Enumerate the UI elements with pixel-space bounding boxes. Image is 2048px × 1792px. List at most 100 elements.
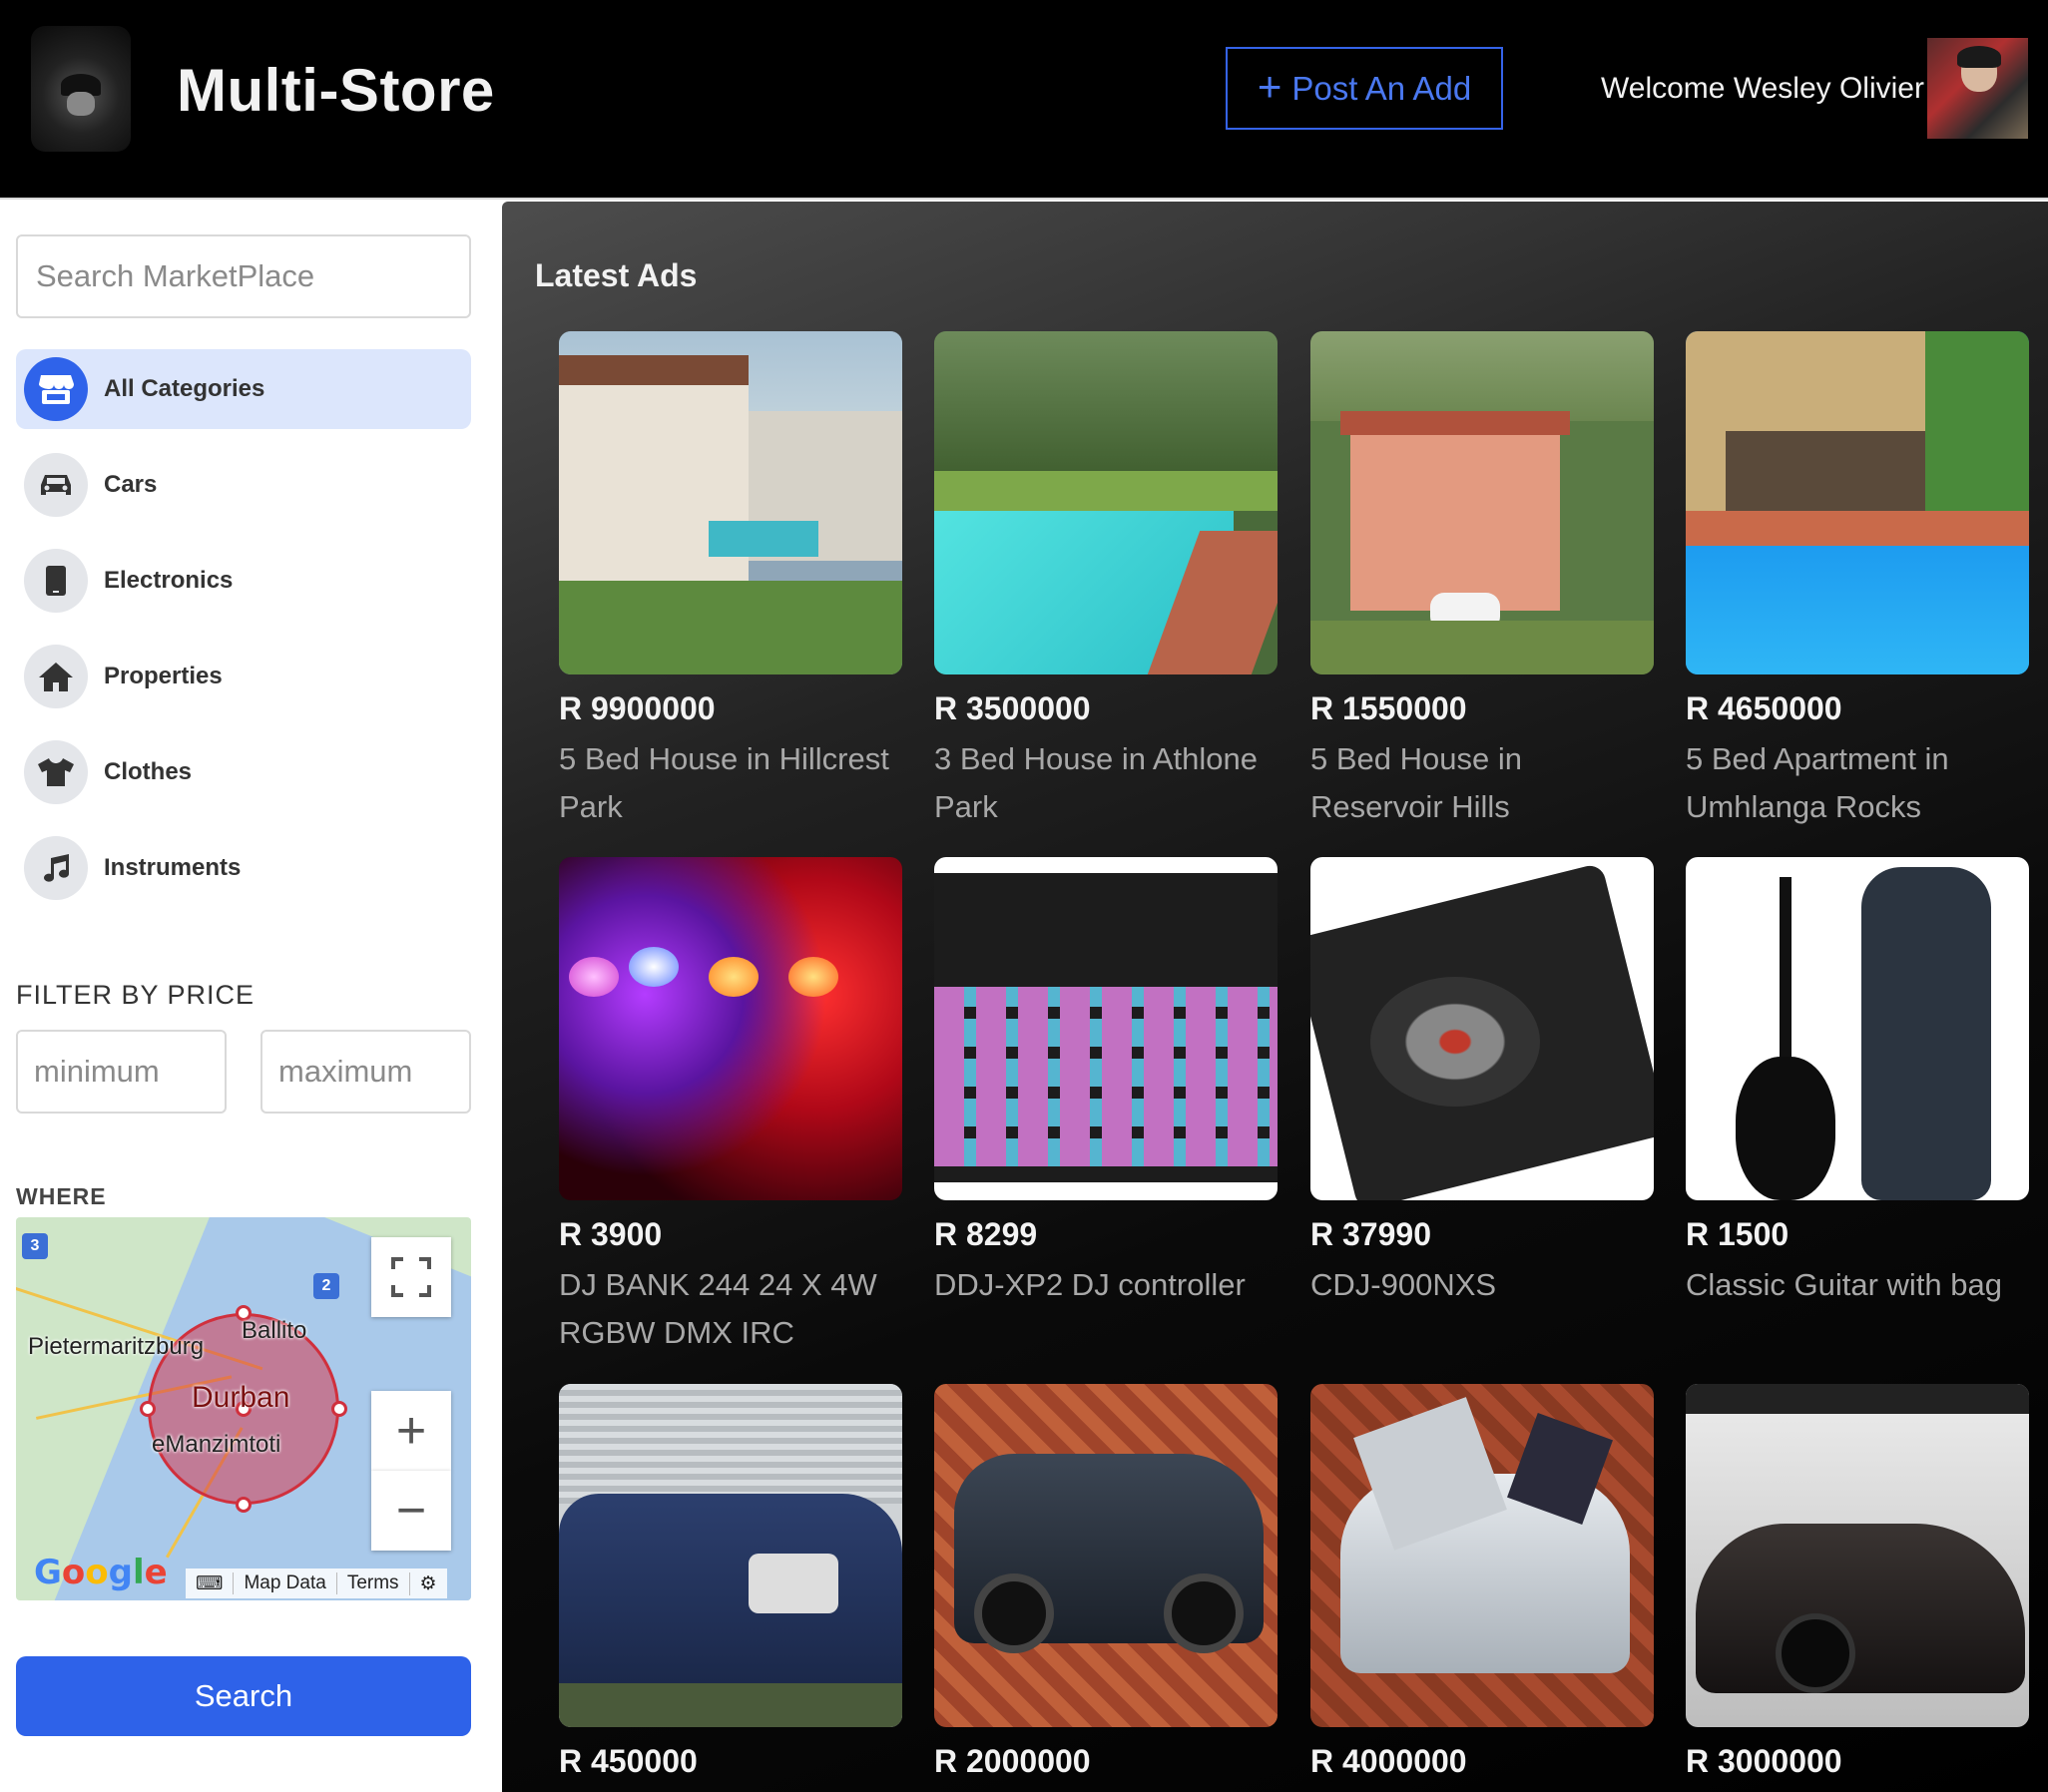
fullscreen-button[interactable] [371,1237,451,1317]
route-shield: 3 [22,1233,48,1259]
ad-title[interactable]: DJ BANK 244 24 X 4W RGBW DMX IRC [559,1261,902,1357]
ad-price: R 450000 [559,1743,698,1779]
radius-handle[interactable] [140,1401,156,1417]
location-map[interactable]: 3 2 Pietermaritzburg Ballito Durban eMan… [16,1217,471,1600]
ad-image[interactable] [1686,1384,2029,1727]
ad-price: R 37990 [1310,1216,1431,1252]
price-minimum-input[interactable] [16,1030,227,1114]
ad-price: R 4000000 [1310,1743,1467,1779]
ad-card[interactable]: R 2000000 [934,1384,1278,1780]
image-guitar-bag [1861,867,1991,1200]
ad-card[interactable]: R 1500 Classic Guitar with bag [1686,857,2029,1309]
category-label: Instruments [104,854,242,881]
ad-image[interactable] [559,331,902,674]
category-all[interactable]: All Categories [16,349,471,429]
ad-image[interactable] [559,857,902,1200]
search-button[interactable]: Search [16,1656,471,1736]
ad-card[interactable]: R 3900 DJ BANK 244 24 X 4W RGBW DMX IRC [559,857,902,1357]
ad-card[interactable]: R 3000000 [1686,1384,2029,1780]
image-bmw [559,1494,902,1693]
image-house [1350,421,1560,611]
image-house [559,371,749,611]
ad-card[interactable]: R 4650000 5 Bed Apartment in Umhlanga Ro… [1686,331,2029,831]
price-maximum-input[interactable] [260,1030,471,1114]
ad-title[interactable]: 5 Bed House in Hillcrest Park [559,735,902,831]
ad-image[interactable] [934,857,1278,1200]
where-title: WHERE [16,1183,107,1209]
ad-card[interactable]: R 1550000 5 Bed House in Reservoir Hills [1310,331,1654,831]
ad-title[interactable]: 3 Bed House in Athlone Park [934,735,1278,831]
ad-card[interactable]: R 450000 [559,1384,902,1780]
category-label: Properties [104,663,223,689]
google-logo: Google [34,1553,168,1592]
category-properties[interactable]: Properties [16,637,471,716]
radius-handle[interactable] [236,1497,252,1513]
ad-card[interactable]: R 37990 CDJ-900NXS [1310,857,1654,1309]
ad-price: R 1550000 [1310,690,1467,726]
ad-card[interactable]: R 9900000 5 Bed House in Hillcrest Park [559,331,902,831]
ad-image[interactable] [934,331,1278,674]
image-pool [1686,546,2029,674]
top-header: Multi-Store + Post An Add Welcome Wesley… [0,0,2048,200]
map-data-link[interactable]: Map Data [233,1572,335,1594]
zoom-out-button[interactable]: − [371,1471,451,1551]
ad-image[interactable] [1310,331,1654,674]
image-roof [1340,411,1570,435]
radius-handle[interactable] [331,1401,347,1417]
zoom-in-button[interactable]: + [371,1391,451,1471]
category-electronics[interactable]: Electronics [16,541,471,621]
ad-price: R 1500 [1686,1216,1790,1252]
image-wheel [974,1573,1054,1653]
map-city-label: Durban [192,1381,290,1414]
image-ceiling [1686,1384,2029,1414]
shirt-icon [24,740,88,804]
image-light [569,957,619,997]
ad-image[interactable] [1310,857,1654,1200]
category-label: Cars [104,471,158,498]
keyboard-icon[interactable]: ⌨ [186,1572,233,1595]
ad-card[interactable]: R 4000000 [1310,1384,1654,1780]
ad-card[interactable]: R 3500000 3 Bed House in Athlone Park [934,331,1278,831]
category-cars[interactable]: Cars [16,445,471,525]
ad-price: R 8299 [934,1216,1038,1252]
ad-price: R 4650000 [1686,690,1842,726]
terms-link[interactable]: Terms [335,1572,409,1594]
ad-title[interactable]: 5 Bed Apartment in Umhlanga Rocks [1686,735,2029,831]
report-bug-icon[interactable]: ⚙ [408,1571,447,1595]
ad-price: R 2000000 [934,1743,1091,1779]
ad-image[interactable] [1686,857,2029,1200]
map-city-label: Pietermaritzburg [28,1333,205,1360]
image-deck [1686,511,2029,551]
ad-card[interactable]: R 8299 DDJ-XP2 DJ controller [934,857,1278,1309]
mobile-icon [24,549,88,613]
category-label: Electronics [104,567,234,594]
avatar-beanie [1957,46,2001,68]
image-hills [1310,331,1654,421]
search-marketplace-input[interactable] [16,234,471,318]
image-trees [934,331,1278,481]
ad-title[interactable]: Classic Guitar with bag [1686,1261,2029,1309]
image-roof [559,355,749,385]
image-patio [1726,431,1925,511]
ad-image[interactable] [1686,331,2029,674]
ad-title[interactable]: CDJ-900NXS [1310,1261,1654,1309]
ad-image[interactable] [934,1384,1278,1727]
ad-title[interactable]: DDJ-XP2 DJ controller [934,1261,1278,1309]
image-lawn [559,581,902,674]
ad-title[interactable]: 5 Bed House in Reservoir Hills [1310,735,1654,831]
ad-image[interactable] [559,1384,902,1727]
category-clothes[interactable]: Clothes [16,732,471,812]
latest-ads-title: Latest Ads [535,257,698,293]
image-pads [934,987,1278,1166]
category-instruments[interactable]: Instruments [16,828,471,908]
filter-price-title: FILTER BY PRICE [16,980,256,1010]
ad-image[interactable] [1310,1384,1654,1727]
brand-title[interactable]: Multi-Store [177,56,495,125]
store-icon [24,357,88,421]
image-guitar-neck [1780,877,1792,1077]
ad-price: R 9900000 [559,690,716,726]
plus-icon: + [1257,62,1282,110]
post-ad-button[interactable]: + Post An Add [1226,47,1503,130]
avatar[interactable] [1927,38,2028,139]
store-logo[interactable] [31,26,131,152]
